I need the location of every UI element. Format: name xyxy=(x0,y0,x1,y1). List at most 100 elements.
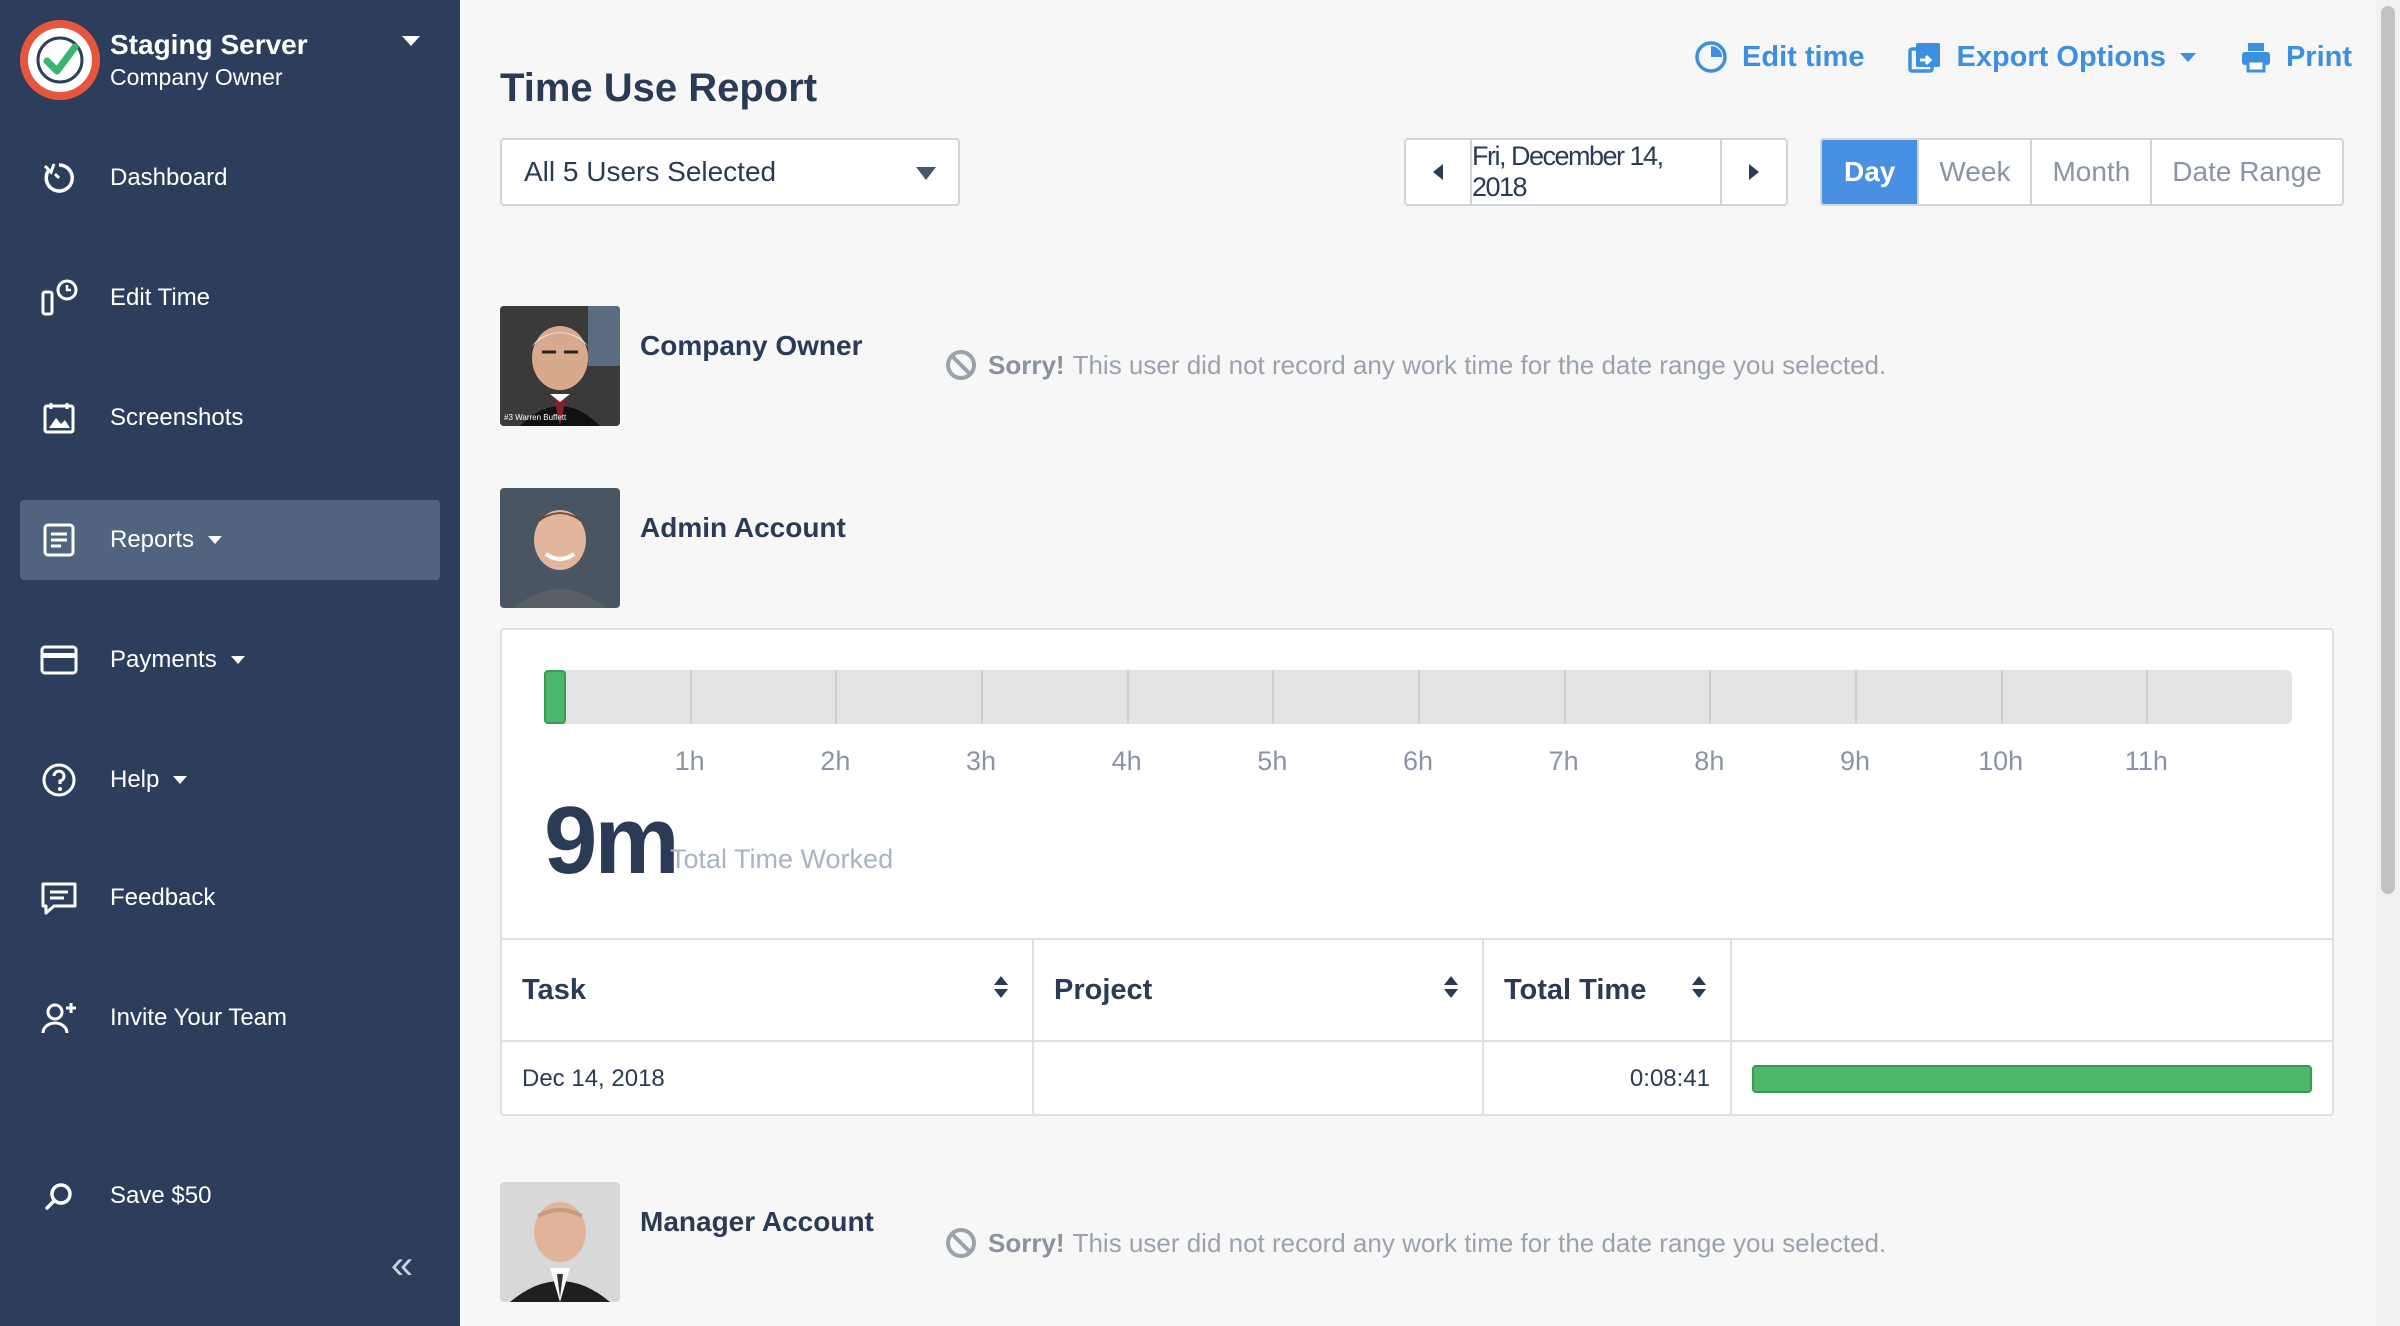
hour-label: 11h xyxy=(2124,746,2168,776)
sidebar-item-invite-your-team[interactable]: Invite Your Team xyxy=(20,978,440,1058)
table-row: Dec 14, 2018 0:08:41 xyxy=(502,1042,2332,1116)
chevron-down-icon xyxy=(402,36,420,46)
arrow-right-icon xyxy=(1749,164,1759,180)
timeline-tick xyxy=(1418,670,1420,724)
tab-week[interactable]: Week xyxy=(1917,140,2030,204)
org-switcher[interactable]: Staging Server Company Owner xyxy=(20,20,440,100)
hour-label: 4h xyxy=(1111,746,1142,776)
reports-icon xyxy=(34,515,84,565)
column-header-project[interactable]: Project xyxy=(1032,940,1482,1040)
print-button[interactable]: Print xyxy=(2240,40,2352,74)
timeline-tick xyxy=(1272,670,1275,724)
tab-date-range[interactable]: Date Range xyxy=(2150,140,2341,204)
invite-user-icon xyxy=(34,993,84,1043)
no-time-message: Sorry! This user did not record any work… xyxy=(944,348,1886,382)
chevron-down-icon xyxy=(916,167,936,180)
timeline-tick xyxy=(1126,670,1129,724)
edit-time-icon xyxy=(34,273,84,323)
sidebar-item-payments[interactable]: Payments xyxy=(20,620,440,700)
hour-label: 10h xyxy=(1978,746,2024,776)
timeline-tick xyxy=(2000,670,2003,724)
sidebar-item-label: Help xyxy=(110,766,160,793)
timeline-bar xyxy=(544,670,2292,724)
chevron-down-icon xyxy=(2179,52,2196,62)
sidebar-item-edit-time[interactable]: Edit Time xyxy=(20,258,440,338)
edit-time-button[interactable]: Edit time xyxy=(1694,40,1864,74)
page-scrollbar[interactable] xyxy=(2376,0,2400,1326)
screenshots-icon xyxy=(34,393,84,443)
tab-day[interactable]: Day xyxy=(1822,140,1918,204)
user-name: Company Owner xyxy=(640,330,863,361)
user-select-dropdown[interactable]: All 5 Users Selected xyxy=(500,138,960,206)
user-time-card: 1h 2h 3h 4h 5h 6h 7h 8h 9h 10h 11h 9m Total Time W… xyxy=(500,628,2334,1116)
user-name: Manager Account xyxy=(640,1206,874,1237)
ban-icon xyxy=(946,350,976,380)
sidebar-item-label: Reports xyxy=(110,526,195,553)
sidebar-item-label: Dashboard xyxy=(110,164,228,191)
timeline-tick xyxy=(1855,670,1857,724)
scrollbar-thumb[interactable] xyxy=(2381,6,2395,894)
sidebar-item-label: Invite Your Team xyxy=(110,1004,288,1031)
sidebar-item-label: Feedback xyxy=(110,884,216,911)
next-day-button[interactable] xyxy=(1720,140,1786,204)
total-time-label: Total Time Worked xyxy=(670,844,894,874)
timeline-tick xyxy=(835,670,838,724)
tab-month[interactable]: Month xyxy=(2030,140,2150,204)
column-header-total-time[interactable]: Total Time xyxy=(1482,940,1730,1040)
export-options-label: Export Options xyxy=(1956,40,2166,73)
hour-label: 7h xyxy=(1548,746,1579,776)
payments-icon xyxy=(34,635,84,685)
dashboard-icon xyxy=(34,153,84,203)
sidebar-item-label: Edit Time xyxy=(110,284,211,311)
sidebar-item-dashboard[interactable]: Dashboard xyxy=(20,138,440,218)
save-icon xyxy=(34,1171,84,1221)
sorry-text: This user did not record any work time f… xyxy=(1072,1227,1887,1258)
printer-icon xyxy=(2241,43,2270,73)
sort-icon xyxy=(1444,976,1458,998)
project-cell xyxy=(1032,1042,1482,1116)
sidebar-item-feedback[interactable]: Feedback xyxy=(20,858,440,938)
user-role: Company Owner xyxy=(110,64,283,90)
hour-label: 6h xyxy=(1402,746,1434,776)
hour-label: 1h xyxy=(674,746,705,776)
org-name: Staging Server xyxy=(110,29,308,60)
sidebar-item-reports[interactable]: Reports xyxy=(20,500,440,580)
avatar: #3 Warren Buffett xyxy=(500,306,620,426)
previous-day-button[interactable] xyxy=(1406,140,1472,204)
timeline-fill xyxy=(544,670,566,724)
timeline-tick xyxy=(1709,670,1712,724)
column-header-label: Project xyxy=(1054,973,1153,1006)
print-label: Print xyxy=(2285,40,2352,73)
sidebar-item-save[interactable]: Save $50 xyxy=(20,1156,440,1236)
hour-label: 9h xyxy=(1839,746,1871,776)
collapse-sidebar-icon[interactable]: « xyxy=(380,1240,424,1290)
avatar-caption: #3 Warren Buffett xyxy=(504,413,567,422)
sidebar-item-label: Screenshots xyxy=(110,404,244,431)
sidebar-item-screenshots[interactable]: Screenshots xyxy=(20,378,440,458)
ban-icon xyxy=(946,1228,976,1258)
chevron-down-icon xyxy=(230,656,245,664)
user-select-value: All 5 Users Selected xyxy=(524,156,777,187)
time-table: Task Project Total Time Dec 14, 2018 0:0… xyxy=(502,938,2332,1116)
sort-icon xyxy=(994,976,1008,998)
column-header-bar xyxy=(1730,940,2332,1040)
sidebar-item-label: Payments xyxy=(110,646,217,673)
timeline-tick xyxy=(2146,670,2149,724)
arrow-left-icon xyxy=(1433,164,1443,180)
page-title: Time Use Report xyxy=(500,66,818,110)
hour-label: 5h xyxy=(1257,746,1288,776)
sidebar-item-help[interactable]: Help xyxy=(20,740,440,820)
chevron-down-icon xyxy=(173,776,188,784)
export-options-button[interactable]: Export Options xyxy=(1908,40,2196,74)
total-time-value: 9m xyxy=(544,787,680,894)
task-cell: Dec 14, 2018 xyxy=(522,1065,665,1092)
current-date[interactable]: Fri, December 14, 2018 xyxy=(1472,140,1720,204)
logo-check-icon xyxy=(20,20,100,100)
timeline-tick xyxy=(981,670,983,724)
sorry-label: Sorry! xyxy=(988,349,1065,380)
sorry-label: Sorry! xyxy=(988,1227,1065,1258)
sorry-text: This user did not record any work time f… xyxy=(1072,349,1887,380)
help-icon xyxy=(34,755,84,805)
column-header-task[interactable]: Task xyxy=(502,940,1032,1040)
column-header-label: Task xyxy=(522,973,586,1006)
